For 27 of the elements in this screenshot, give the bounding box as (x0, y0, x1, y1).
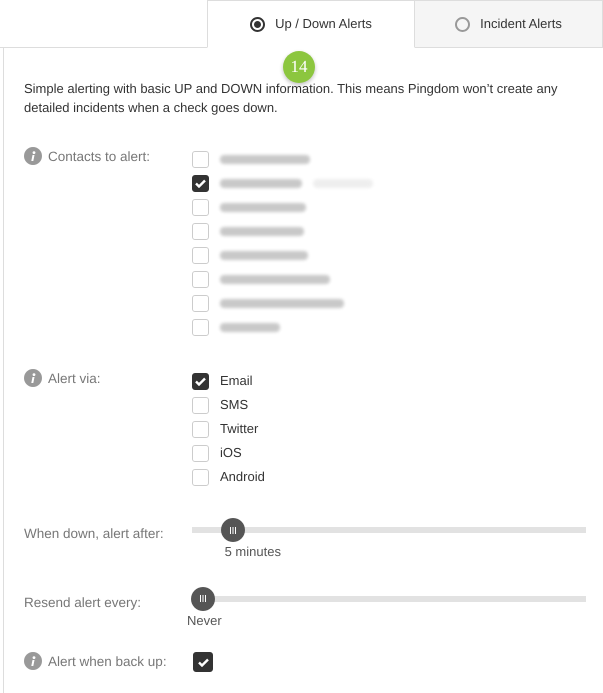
slider-thumb[interactable] (220, 518, 245, 542)
slider-value: 5 minutes (224, 544, 281, 559)
field-label: Alert via: (48, 370, 101, 388)
channel-name: Android (220, 468, 265, 486)
channel-name: Twitter (220, 420, 258, 438)
checkmark-icon (195, 178, 206, 188)
info-icon (24, 147, 42, 165)
checkmark-icon (195, 376, 206, 386)
description-text: Simple alerting with basic UP and DOWN information. This means Pingdom won’t create any detailed incidents when a check goes down. (24, 80, 558, 117)
field-label: Alert when back up: (48, 653, 167, 671)
slider-thumb[interactable] (191, 586, 215, 610)
field-label: Contacts to alert: (48, 148, 150, 166)
checkbox[interactable] (192, 174, 209, 192)
checkbox[interactable] (192, 372, 209, 390)
info-icon (24, 369, 42, 387)
field-label: Resend alert every: (24, 594, 142, 612)
step-badge: 14 (283, 51, 315, 83)
info-icon (24, 652, 42, 670)
tab[interactable]: Incident Alerts (415, 0, 603, 48)
channel-name: SMS (220, 396, 248, 414)
checkmark-icon (198, 658, 208, 667)
tab[interactable]: Up / Down Alerts (207, 0, 415, 48)
channel-name: iOS (220, 444, 242, 462)
slider-value: Never (187, 612, 222, 628)
channel-name: Email (220, 372, 253, 390)
checkbox[interactable] (193, 652, 213, 672)
field-label: When down, alert after: (24, 525, 164, 543)
